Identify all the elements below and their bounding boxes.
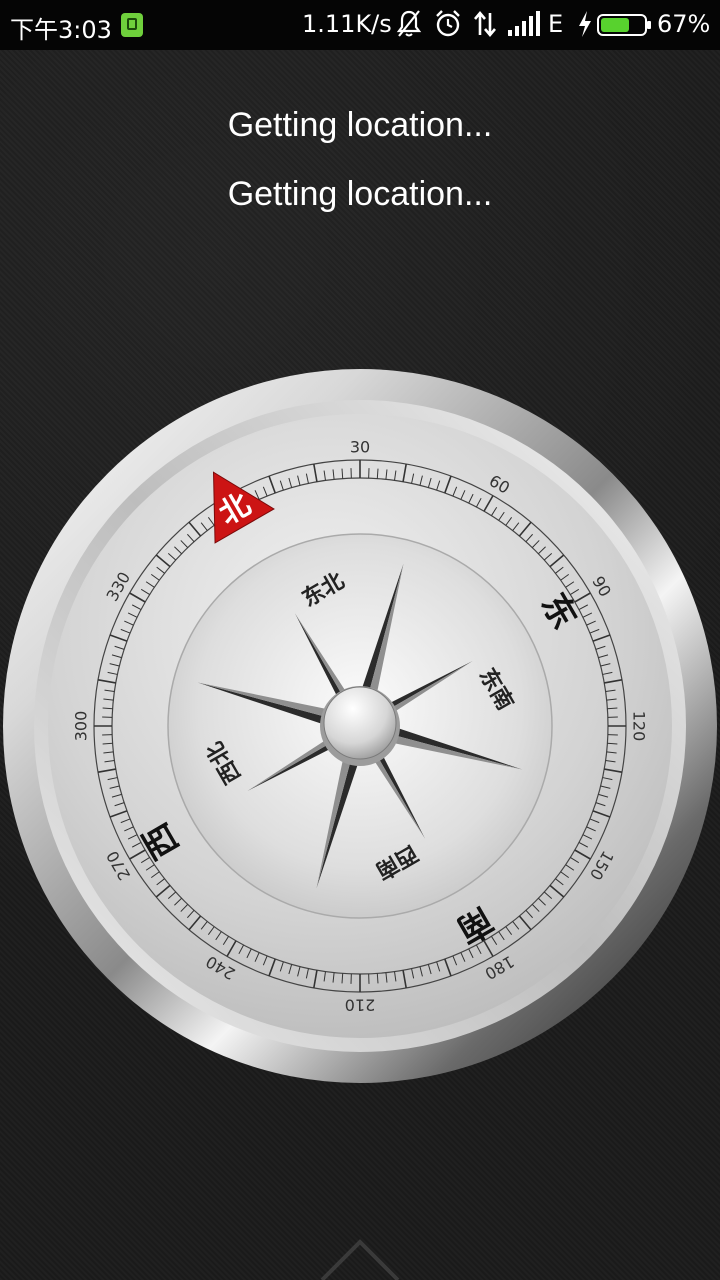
compass[interactable]: 0306090120150180210240270300330 东南西 东北东南…	[0, 366, 720, 1086]
compass-dial: 0306090120150180210240270300330 东南西 东北东南…	[3, 369, 717, 1083]
battery-icon	[597, 14, 651, 36]
degree-tick	[102, 707, 113, 710]
compass-screen: 下午3:03 1.11K/s E 67% Getting location...…	[0, 0, 720, 1280]
alarm-icon	[434, 8, 462, 46]
degree-tick	[376, 973, 379, 984]
hub-cap	[323, 686, 397, 760]
degree-label: 30	[350, 438, 370, 457]
app-notification-icon	[121, 13, 143, 37]
degree-label: 120	[630, 711, 649, 742]
status-time: 下午3:03	[10, 16, 112, 44]
location-text-secondary: Getting location...	[227, 175, 493, 213]
network-type: E	[548, 10, 564, 38]
battery-level	[601, 18, 629, 32]
battery-percent: 67%	[657, 10, 711, 38]
network-speed: 1.11K/s	[302, 10, 392, 38]
charging-icon	[576, 8, 594, 46]
drawer-handle-icon[interactable]	[320, 1238, 400, 1280]
signal-icon	[506, 8, 542, 46]
degree-tick	[376, 468, 379, 479]
degree-tick	[341, 973, 344, 984]
bell-off-icon	[396, 8, 422, 46]
location-text-primary: Getting location...	[227, 106, 493, 144]
degree-tick	[607, 742, 618, 745]
degree-label: 300	[72, 711, 91, 742]
data-transfer-icon	[472, 8, 498, 46]
status-bar: 下午3:03 1.11K/s E 67%	[0, 0, 720, 50]
degree-tick	[607, 707, 618, 710]
degree-tick	[102, 742, 113, 745]
degree-label: 210	[345, 996, 376, 1015]
degree-tick	[341, 468, 344, 479]
